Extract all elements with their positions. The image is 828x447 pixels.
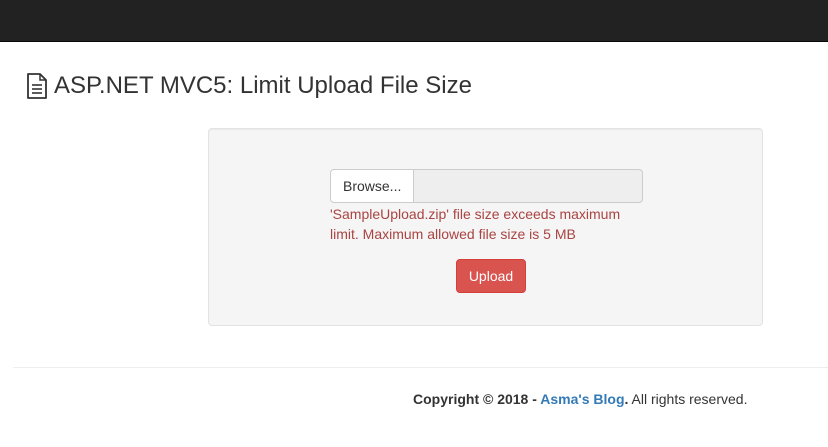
blog-link[interactable]: Asma's Blog [540,391,624,407]
file-input-group[interactable]: Browse... [330,169,643,203]
upload-button[interactable]: Upload [456,259,526,293]
upload-panel: Browse... 'SampleUpload.zip' file size e… [208,128,763,326]
document-icon [26,73,48,99]
footer: Copyright © 2018 - Asma's Blog. All righ… [413,389,747,409]
footer-divider [13,367,828,368]
page-title: ASP.NET MVC5: Limit Upload File Size [54,72,472,99]
page-header: ASP.NET MVC5: Limit Upload File Size [26,70,472,102]
rights-text: All rights reserved. [628,391,748,407]
top-navbar [0,0,828,42]
copyright-text: Copyright © 2018 - [413,391,541,407]
file-size-error-message: 'SampleUpload.zip' file size exceeds max… [330,206,621,242]
file-name-field[interactable] [414,169,643,203]
browse-button[interactable]: Browse... [330,169,415,203]
